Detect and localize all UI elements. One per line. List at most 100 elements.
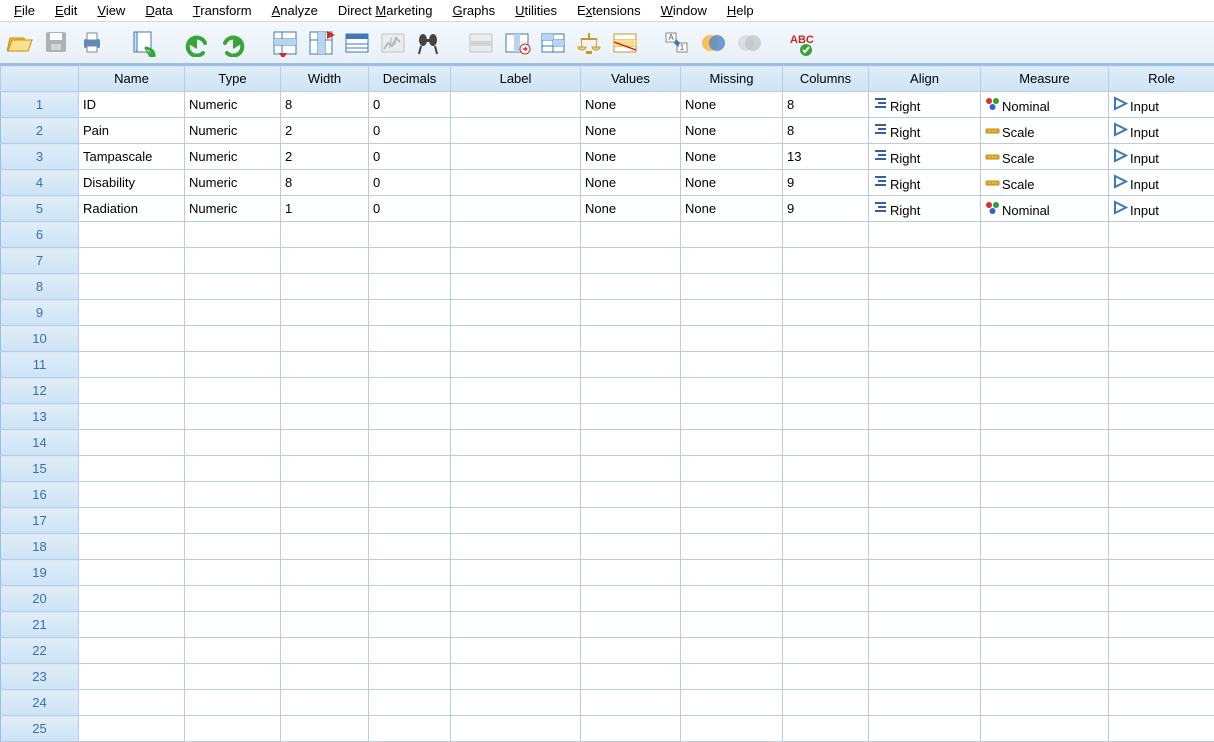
- empty-cell[interactable]: [869, 690, 981, 716]
- cell-name[interactable]: Disability: [79, 170, 185, 196]
- empty-cell[interactable]: [1109, 482, 1214, 508]
- empty-cell[interactable]: [369, 638, 451, 664]
- cell-width[interactable]: 8: [281, 170, 369, 196]
- cell-role[interactable]: Input: [1109, 118, 1214, 144]
- row-number[interactable]: 21: [1, 612, 79, 638]
- empty-cell[interactable]: [79, 716, 185, 742]
- cell-missing[interactable]: None: [681, 170, 783, 196]
- cell-width[interactable]: 2: [281, 144, 369, 170]
- cell-align[interactable]: Right: [869, 118, 981, 144]
- empty-cell[interactable]: [1109, 664, 1214, 690]
- empty-cell[interactable]: [869, 274, 981, 300]
- empty-cell[interactable]: [869, 352, 981, 378]
- empty-cell[interactable]: [981, 430, 1109, 456]
- empty-cell[interactable]: [981, 638, 1109, 664]
- empty-cell[interactable]: [369, 586, 451, 612]
- empty-cell[interactable]: [981, 326, 1109, 352]
- empty-cell[interactable]: [581, 326, 681, 352]
- empty-cell[interactable]: [869, 716, 981, 742]
- empty-cell[interactable]: [581, 482, 681, 508]
- row-number[interactable]: 17: [1, 508, 79, 534]
- empty-cell[interactable]: [681, 638, 783, 664]
- empty-cell[interactable]: [451, 482, 581, 508]
- empty-cell[interactable]: [681, 534, 783, 560]
- empty-cell[interactable]: [451, 404, 581, 430]
- empty-cell[interactable]: [451, 378, 581, 404]
- empty-cell[interactable]: [185, 222, 281, 248]
- empty-cell[interactable]: [783, 222, 869, 248]
- empty-cell[interactable]: [681, 664, 783, 690]
- cell-columns[interactable]: 9: [783, 170, 869, 196]
- cell-columns[interactable]: 13: [783, 144, 869, 170]
- empty-cell[interactable]: [869, 222, 981, 248]
- cell-measure[interactable]: Scale: [981, 144, 1109, 170]
- cell-values[interactable]: None: [581, 92, 681, 118]
- print-icon[interactable]: [76, 26, 110, 60]
- cell-values[interactable]: None: [581, 144, 681, 170]
- cell-columns[interactable]: 9: [783, 196, 869, 222]
- row-number[interactable]: 13: [1, 404, 79, 430]
- empty-cell[interactable]: [281, 638, 369, 664]
- menu-file[interactable]: File: [4, 1, 45, 20]
- empty-cell[interactable]: [369, 222, 451, 248]
- empty-cell[interactable]: [1109, 430, 1214, 456]
- empty-cell[interactable]: [281, 534, 369, 560]
- empty-cell[interactable]: [281, 352, 369, 378]
- empty-cell[interactable]: [869, 456, 981, 482]
- variables-icon[interactable]: [340, 26, 374, 60]
- empty-cell[interactable]: [1109, 222, 1214, 248]
- empty-cell[interactable]: [451, 274, 581, 300]
- menu-view[interactable]: View: [87, 1, 135, 20]
- empty-cell[interactable]: [1109, 352, 1214, 378]
- empty-cell[interactable]: [369, 534, 451, 560]
- empty-cell[interactable]: [869, 404, 981, 430]
- empty-cell[interactable]: [185, 326, 281, 352]
- empty-cell[interactable]: [869, 430, 981, 456]
- empty-cell[interactable]: [1109, 534, 1214, 560]
- insert-variable-icon[interactable]: [500, 26, 534, 60]
- spellcheck-icon[interactable]: [784, 26, 818, 60]
- empty-cell[interactable]: [581, 300, 681, 326]
- empty-cell[interactable]: [581, 274, 681, 300]
- row-number[interactable]: 18: [1, 534, 79, 560]
- empty-cell[interactable]: [451, 664, 581, 690]
- empty-cell[interactable]: [581, 430, 681, 456]
- empty-cell[interactable]: [79, 326, 185, 352]
- empty-cell[interactable]: [451, 534, 581, 560]
- row-number[interactable]: 7: [1, 248, 79, 274]
- row-number[interactable]: 25: [1, 716, 79, 742]
- col-header-width[interactable]: Width: [281, 66, 369, 92]
- cell-align[interactable]: Right: [869, 144, 981, 170]
- cell-name[interactable]: Tampascale: [79, 144, 185, 170]
- row-number[interactable]: 14: [1, 430, 79, 456]
- empty-cell[interactable]: [581, 222, 681, 248]
- empty-cell[interactable]: [451, 560, 581, 586]
- empty-cell[interactable]: [869, 378, 981, 404]
- empty-cell[interactable]: [79, 430, 185, 456]
- empty-cell[interactable]: [281, 456, 369, 482]
- empty-cell[interactable]: [681, 560, 783, 586]
- empty-cell[interactable]: [451, 586, 581, 612]
- empty-cell[interactable]: [783, 404, 869, 430]
- row-number[interactable]: 23: [1, 664, 79, 690]
- empty-cell[interactable]: [369, 378, 451, 404]
- empty-cell[interactable]: [869, 300, 981, 326]
- empty-cell[interactable]: [681, 326, 783, 352]
- cell-measure[interactable]: Nominal: [981, 92, 1109, 118]
- empty-cell[interactable]: [681, 430, 783, 456]
- row-number[interactable]: 3: [1, 144, 79, 170]
- cell-values[interactable]: None: [581, 196, 681, 222]
- empty-cell[interactable]: [581, 638, 681, 664]
- cell-name[interactable]: Pain: [79, 118, 185, 144]
- empty-cell[interactable]: [1109, 326, 1214, 352]
- empty-cell[interactable]: [281, 716, 369, 742]
- empty-cell[interactable]: [869, 560, 981, 586]
- empty-cell[interactable]: [581, 534, 681, 560]
- col-header-align[interactable]: Align: [869, 66, 981, 92]
- empty-cell[interactable]: [369, 248, 451, 274]
- empty-cell[interactable]: [783, 560, 869, 586]
- empty-cell[interactable]: [981, 482, 1109, 508]
- cell-type[interactable]: Numeric: [185, 196, 281, 222]
- empty-cell[interactable]: [981, 508, 1109, 534]
- empty-cell[interactable]: [1109, 378, 1214, 404]
